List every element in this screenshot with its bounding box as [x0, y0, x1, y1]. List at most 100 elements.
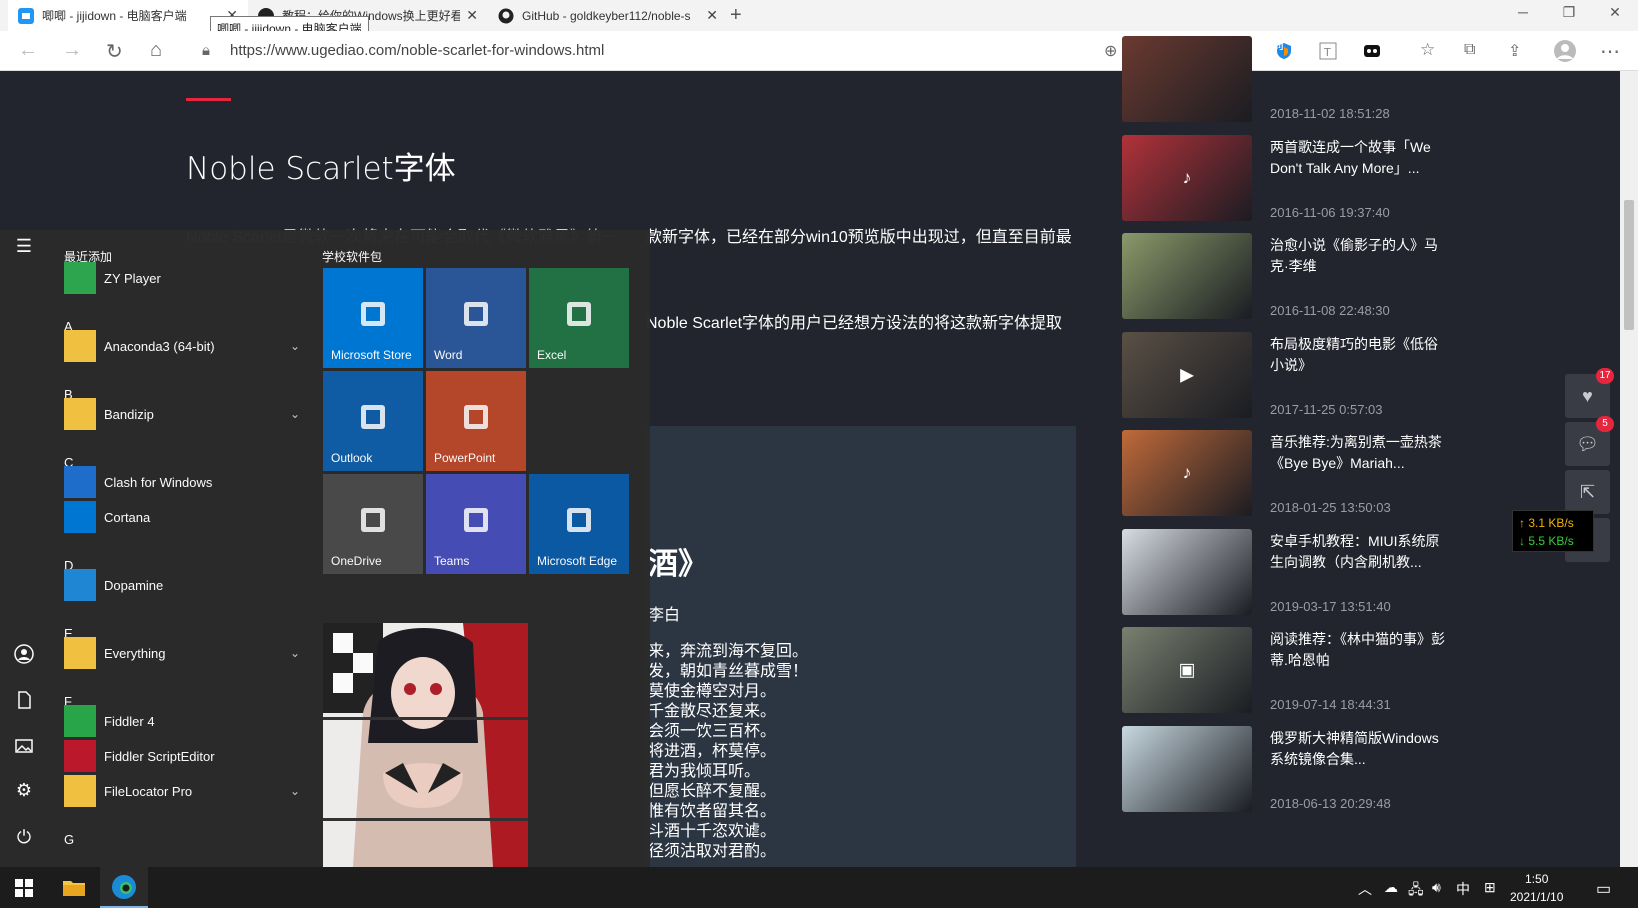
article-thumbnail[interactable]: ♪	[1122, 430, 1252, 516]
ime-grid-icon[interactable]: ⊞	[1484, 879, 1496, 896]
edge-taskbar-button[interactable]	[100, 867, 148, 908]
sidebar-article-item[interactable]: 闹 2018-11-02 18:51:28	[1122, 36, 1502, 126]
start-tile[interactable]: Microsoft Store	[323, 268, 423, 368]
comment-button[interactable]: 💬︎ 5	[1565, 416, 1614, 466]
hamburger-menu-icon[interactable]: ☰	[14, 236, 34, 256]
tab-title: GitHub - goldkeyber112/noble-s	[522, 8, 691, 23]
chevron-down-icon[interactable]: ⌄	[290, 784, 300, 798]
tile-app-icon	[361, 302, 385, 326]
start-app-item[interactable]: Fiddler ScriptEditor	[64, 738, 304, 774]
user-account-icon[interactable]	[14, 644, 34, 664]
sidebar-article-title[interactable]: 安卓手机教程：MIUI系统原生向调教（内含刷机教...	[1270, 531, 1450, 573]
article-paragraph-2: Noble Scarlet字体的用户已经想方设法的将这款新字体提取	[646, 315, 1063, 332]
start-app-item[interactable]: Dopamine	[64, 567, 304, 603]
power-icon[interactable]: ⏻	[14, 827, 34, 847]
app-letter-header[interactable]: G	[64, 832, 74, 847]
app-name: Anaconda3 (64-bit)	[104, 338, 215, 354]
sidebar-article-item[interactable]: 治愈小说《偷影子的人》马克·李维 2016-11-08 22:48:30	[1122, 233, 1502, 323]
title-accent-line	[186, 98, 231, 101]
start-app-item[interactable]: Cortana	[64, 499, 304, 535]
back-icon[interactable]: ←	[18, 39, 38, 62]
scrollbar-thumb[interactable]	[1624, 200, 1634, 330]
chevron-down-icon[interactable]: ⌄	[290, 339, 300, 353]
settings-gear-icon[interactable]: ⚙	[14, 780, 34, 800]
sidebar-article-title[interactable]: 阅读推荐：《林中猫的事》彭蒂.哈恩帕	[1270, 629, 1450, 671]
start-tile[interactable]: Outlook	[323, 371, 423, 471]
add-page-icon[interactable]: ⊕	[1104, 41, 1117, 61]
tab-close-icon[interactable]: ✕	[466, 7, 478, 24]
chevron-down-icon[interactable]: ⌄	[290, 646, 300, 660]
start-tile[interactable]: Word	[426, 268, 526, 368]
sidebar-article-title[interactable]: 治愈小说《偷影子的人》马克·李维	[1270, 235, 1450, 277]
sidebar-article-title[interactable]: 两首歌连成一个故事「We Don't Talk Any More」...	[1270, 137, 1450, 179]
sidebar-article-item[interactable]: ▣ 阅读推荐：《林中猫的事》彭蒂.哈恩帕 2019-07-14 18:44:31	[1122, 627, 1502, 717]
volume-icon[interactable]: 🔊︎	[1432, 879, 1441, 896]
documents-icon[interactable]	[14, 690, 34, 710]
sidebar-article-title[interactable]: 音乐推荐:为离别煮一壶热茶《Bye Bye》Mariah...	[1270, 432, 1450, 474]
anime-photo-tile[interactable]	[323, 623, 528, 867]
system-clock[interactable]: 1:50 2021/1/10	[1510, 870, 1563, 906]
maximize-icon[interactable]: ❐	[1554, 4, 1584, 21]
share-icon[interactable]: ⇪	[1508, 41, 1521, 61]
forward-icon[interactable]: →	[62, 39, 82, 62]
onedrive-cloud-icon[interactable]: ☁	[1384, 879, 1398, 896]
url-field[interactable]: https://www.ugediao.com/noble-scarlet-fo…	[230, 42, 604, 59]
start-tile[interactable]: Teams	[426, 474, 526, 574]
start-app-item[interactable]: Anaconda3 (64-bit) ⌄	[64, 328, 304, 364]
refresh-icon[interactable]: ↻	[106, 39, 123, 64]
app-icon	[64, 740, 96, 772]
sidebar-article-title[interactable]: 俄罗斯大神精简版Windows系统镜像合集...	[1270, 728, 1450, 770]
article-thumbnail[interactable]: ▶	[1122, 331, 1252, 418]
start-tile[interactable]: Microsoft Edge	[529, 474, 629, 574]
page-scrollbar[interactable]	[1620, 71, 1638, 867]
sidebar-article-item[interactable]: ♪ 音乐推荐:为离别煮一壶热茶《Bye Bye》Mariah... 2018-01-…	[1122, 430, 1502, 520]
like-button[interactable]: ♥ 17	[1565, 368, 1614, 418]
sidebar-article-title[interactable]: 闹	[1270, 34, 1450, 55]
lock-icon[interactable]: 🔒︎	[202, 42, 210, 59]
tab-close-icon[interactable]: ✕	[706, 7, 718, 24]
notifications-icon[interactable]: ▭	[1596, 879, 1611, 899]
article-thumbnail[interactable]: ♪	[1122, 134, 1252, 221]
comment-icon: 💬︎	[1576, 433, 1599, 454]
tab-github[interactable]: GitHub - goldkeyber112/noble-s ✕	[488, 0, 728, 31]
profile-avatar-icon[interactable]	[1554, 40, 1576, 62]
start-app-item[interactable]: Clash for Windows	[64, 464, 304, 500]
ime-indicator[interactable]: 中	[1456, 879, 1470, 899]
start-tile[interactable]: OneDrive	[323, 474, 423, 574]
more-menu-icon[interactable]: ⋯	[1600, 39, 1620, 64]
start-button[interactable]	[0, 867, 48, 908]
sidebar-article-title[interactable]: 布局极度精巧的电影《低俗小说》	[1270, 334, 1450, 376]
tray-chevron-up-icon[interactable]: ︿	[1358, 879, 1372, 899]
tile-app-icon	[567, 302, 591, 326]
sidebar-article-item[interactable]: 安卓手机教程：MIUI系统原生向调教（内含刷机教... 2019-03-17 13…	[1122, 528, 1502, 619]
sidebar-article-item[interactable]: ♪ 两首歌连成一个故事「We Don't Talk Any More」... 201…	[1122, 134, 1502, 225]
file-explorer-button[interactable]	[50, 867, 98, 908]
sidebar-article-item[interactable]: ▶ 布局极度精巧的电影《低俗小说》 2017-11-25 0:57:03	[1122, 331, 1502, 422]
start-app-item[interactable]: ZY Player	[64, 260, 304, 296]
start-tile[interactable]: PowerPoint	[426, 371, 526, 471]
new-tab-icon[interactable]: +	[730, 4, 742, 27]
sidebar-article-item[interactable]: 俄罗斯大神精简版Windows系统镜像合集... 2018-06-13 20:29…	[1122, 725, 1502, 816]
minimize-icon[interactable]: ─	[1508, 4, 1538, 20]
tile-app-icon	[361, 405, 385, 429]
pictures-icon[interactable]	[14, 736, 34, 756]
start-app-item[interactable]: Fiddler 4	[64, 703, 304, 739]
close-window-icon[interactable]: ✕	[1600, 4, 1630, 21]
article-thumbnail[interactable]	[1122, 36, 1252, 122]
article-thumbnail[interactable]	[1122, 233, 1252, 319]
article-thumbnail[interactable]	[1122, 725, 1252, 812]
article-thumbnail[interactable]	[1122, 528, 1252, 615]
external-link-icon: ⇱	[1579, 481, 1596, 502]
start-tile[interactable]: Excel	[529, 268, 629, 368]
start-app-item[interactable]: Everything ⌄	[64, 635, 304, 671]
app-name: Cortana	[104, 509, 151, 525]
poem-author: 李白	[648, 607, 681, 624]
home-icon[interactable]: ⌂	[150, 39, 162, 62]
start-app-item[interactable]: FileLocator Pro ⌄	[64, 773, 304, 809]
chevron-down-icon[interactable]: ⌄	[290, 407, 300, 421]
start-app-item[interactable]: Bandizip ⌄	[64, 396, 304, 432]
network-icon[interactable]: 🖧︎	[1408, 879, 1424, 903]
folder-icon	[63, 880, 85, 896]
article-thumbnail[interactable]: ▣	[1122, 627, 1252, 713]
share-button[interactable]: ⇱	[1565, 470, 1610, 514]
